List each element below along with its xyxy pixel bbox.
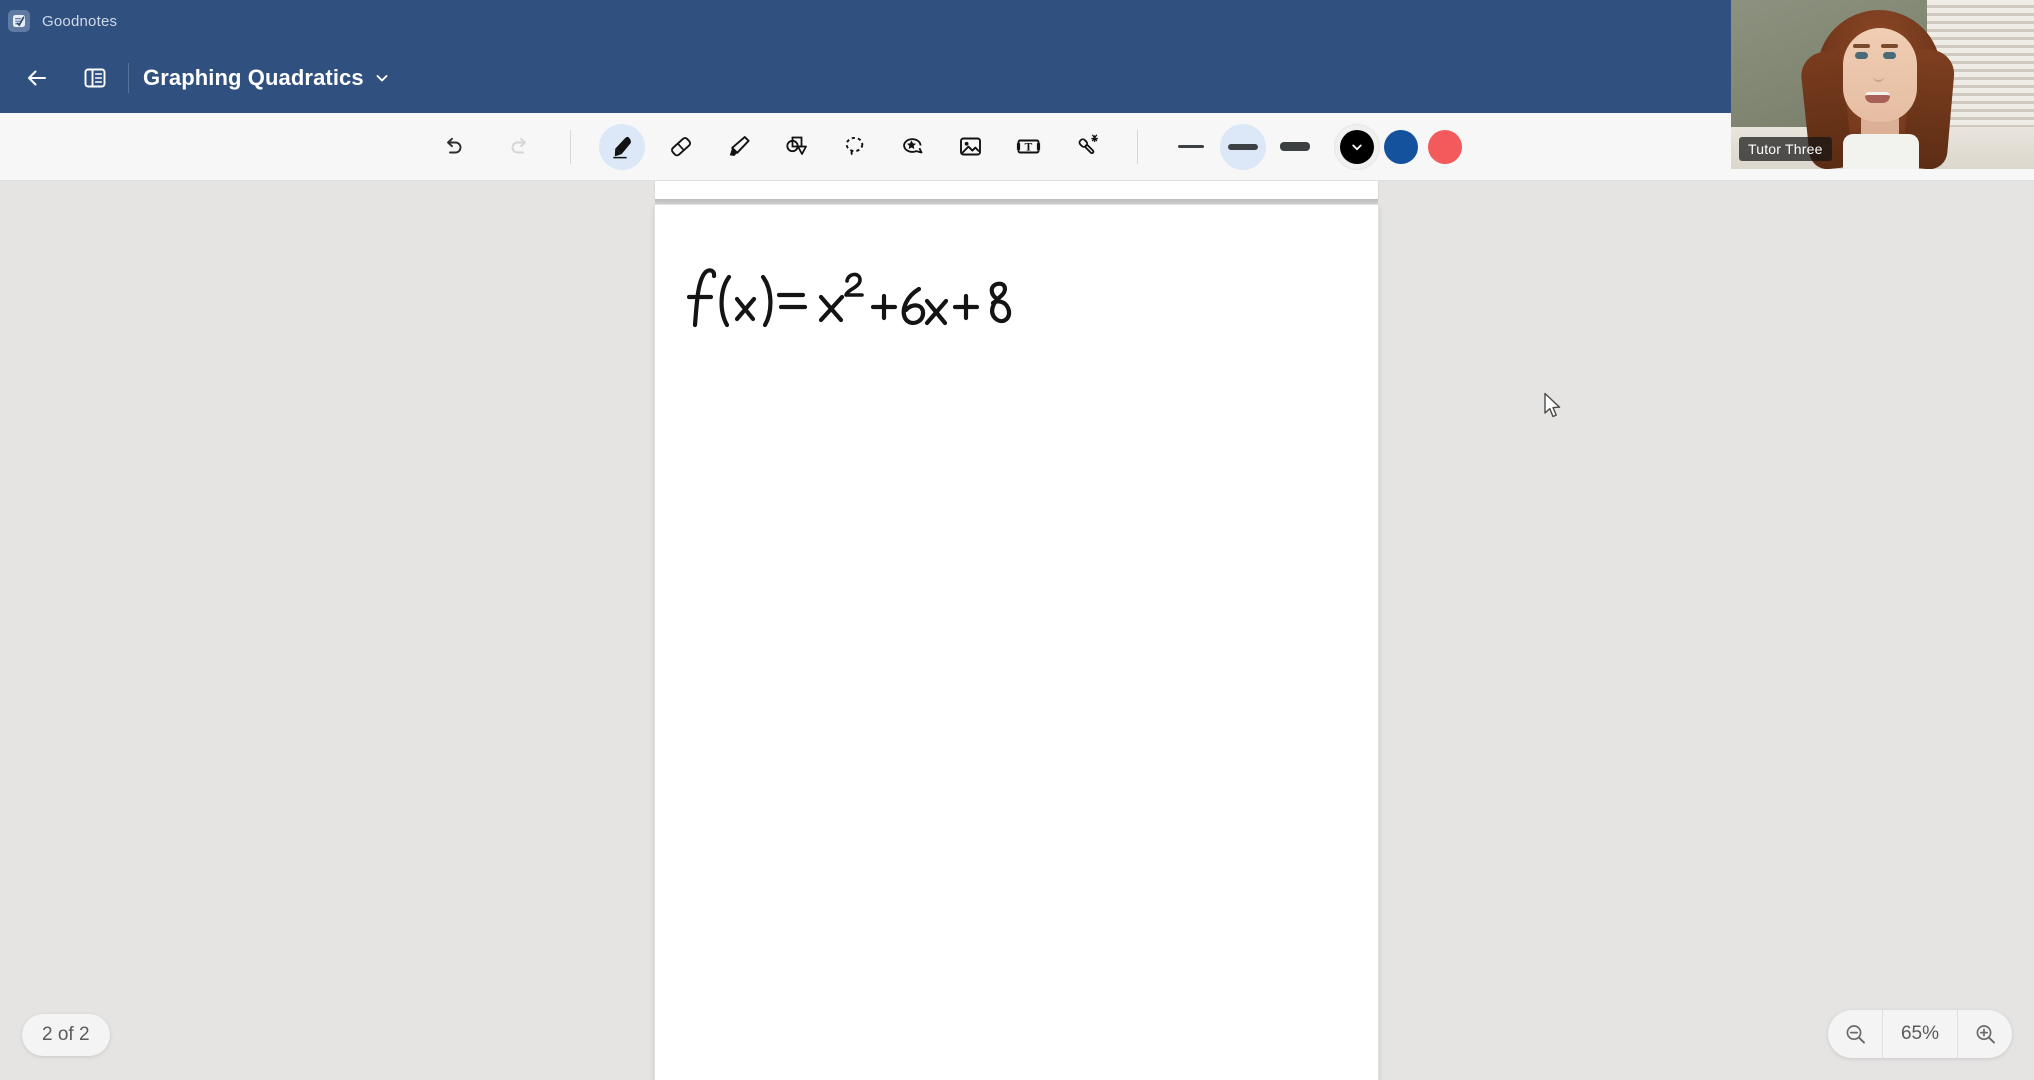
- undo-button[interactable]: [430, 124, 476, 170]
- webcam-person-shirt: [1843, 134, 1919, 169]
- magic-tool-button[interactable]: [1063, 124, 1109, 170]
- shapes-tool-button[interactable]: [773, 124, 819, 170]
- editing-toolbar: T: [0, 113, 2034, 181]
- magic-wand-icon: [1078, 134, 1098, 155]
- webcam-person-eyebrow-right: [1881, 44, 1898, 48]
- chevron-down-icon: [1352, 144, 1362, 150]
- back-button[interactable]: [14, 55, 60, 101]
- stroke-thin-button[interactable]: [1168, 124, 1214, 170]
- webcam-person-eyebrow-left: [1853, 44, 1870, 48]
- shapes-icon: [785, 136, 807, 155]
- color-palette-group: [1340, 129, 1462, 164]
- zoom-level-label[interactable]: 65%: [1882, 1010, 1958, 1058]
- stroke-thickness-group: [1168, 123, 1318, 170]
- webcam-video-overlay[interactable]: Tutor Three: [1731, 0, 2034, 169]
- webcam-person-eye-right: [1883, 52, 1896, 59]
- redo-arrow-icon: [511, 137, 526, 154]
- lasso-select-icon: [845, 136, 863, 158]
- arrow-left-icon: [28, 70, 46, 85]
- toolbar-divider-right: [1137, 129, 1138, 164]
- document-navigation-bar: Graphing Quadratics: [0, 42, 2034, 113]
- page-indicator[interactable]: 2 of 2: [22, 1014, 110, 1056]
- zoom-out-button[interactable]: [1828, 1010, 1882, 1058]
- page-thumbnails-button[interactable]: [72, 55, 118, 101]
- zoom-in-button[interactable]: [1958, 1010, 2012, 1058]
- app-name-label: Goodnotes: [42, 12, 118, 30]
- note-canvas-area[interactable]: 2 of 2 65%: [0, 181, 2034, 1080]
- text-tool-button[interactable]: T: [1005, 124, 1051, 170]
- lasso-tool-button[interactable]: [831, 124, 877, 170]
- undo-arrow-icon: [446, 137, 461, 154]
- zoom-in-magnifier-icon: [1976, 1024, 1995, 1044]
- tools-group: T: [599, 123, 1109, 170]
- toolbar-divider-left: [570, 129, 571, 164]
- webcam-person-eye-left: [1855, 52, 1868, 59]
- goodnotes-app-icon: [8, 10, 30, 32]
- sticker-star-icon: [902, 138, 922, 154]
- zoom-controls: 65%: [1828, 1010, 2012, 1058]
- webcam-participant-name: Tutor Three: [1739, 137, 1832, 161]
- webcam-person-mouth: [1865, 92, 1890, 103]
- text-box-icon: T: [1016, 139, 1040, 154]
- color-swatch-blue[interactable]: [1384, 129, 1418, 164]
- pen-tool-button[interactable]: [599, 123, 645, 170]
- history-group: [430, 124, 542, 170]
- document-title-label: Graphing Quadratics: [143, 64, 364, 90]
- document-title-menu[interactable]: Graphing Quadratics: [143, 65, 390, 91]
- chevron-down-icon: [376, 74, 388, 81]
- image-tool-button[interactable]: [947, 124, 993, 170]
- navbar-divider: [128, 62, 129, 93]
- stroke-thin-swatch: [1178, 145, 1204, 148]
- page-thumbnails-icon: [84, 68, 106, 87]
- highlighter-tool-button[interactable]: [715, 124, 761, 170]
- stroke-thick-button[interactable]: [1272, 124, 1318, 170]
- stroke-thick-swatch: [1280, 142, 1310, 151]
- goodnotes-app-window: Goodnotes Graphing Quadratics T 2 of 2 6…: [0, 0, 2034, 1080]
- eraser-icon: [670, 137, 691, 157]
- highlighter-icon: [729, 136, 750, 156]
- window-title-bar: Goodnotes: [0, 0, 2034, 42]
- sticker-tool-button[interactable]: [889, 124, 935, 170]
- color-swatch-black-current[interactable]: [1340, 129, 1374, 164]
- stroke-medium-swatch: [1228, 143, 1258, 150]
- note-page[interactable]: [655, 205, 1378, 1080]
- eraser-tool-button[interactable]: [657, 124, 703, 170]
- redo-button[interactable]: [496, 124, 542, 170]
- zoom-out-magnifier-icon: [1846, 1024, 1865, 1044]
- pen-icon: [612, 136, 631, 159]
- svg-text:T: T: [1024, 142, 1032, 154]
- handwritten-equation: [687, 263, 1017, 343]
- previous-page-sliver: [655, 181, 1378, 199]
- stroke-medium-button[interactable]: [1220, 123, 1266, 170]
- image-icon: [959, 137, 981, 156]
- color-swatch-red[interactable]: [1428, 129, 1462, 164]
